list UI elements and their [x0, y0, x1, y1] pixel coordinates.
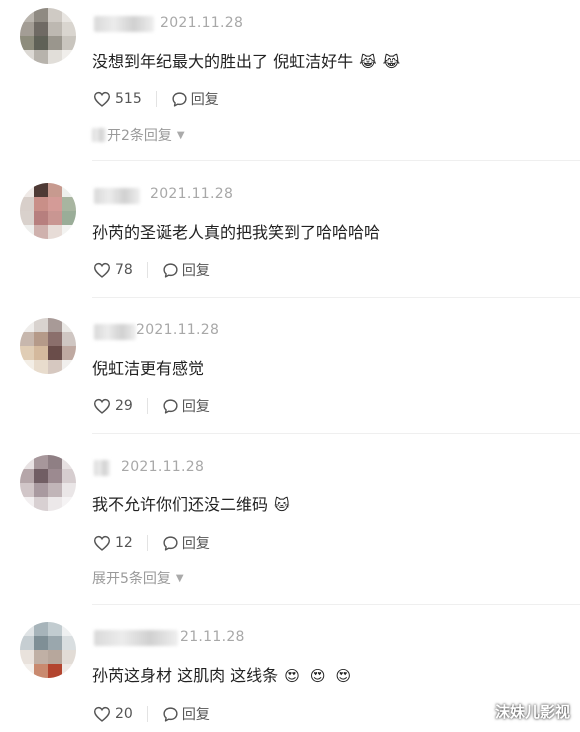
avatar[interactable]: [20, 318, 76, 374]
username-blurred[interactable]: [94, 16, 154, 32]
avatar[interactable]: [20, 183, 76, 239]
speech-bubble-icon[interactable]: [162, 706, 179, 723]
comment-body: 没想到年纪最大的胜出了 倪虹洁好牛: [92, 52, 354, 71]
divider: [146, 398, 148, 414]
comment-divider: [92, 297, 580, 298]
heart-outline-icon[interactable]: [93, 706, 111, 722]
reply-button[interactable]: 回复: [182, 704, 210, 724]
comment-body: 孙芮这身材 这肌肉 这线条: [92, 666, 279, 685]
expand-replies-button[interactable]: 开2条回复 ▼: [92, 125, 185, 145]
cat-emoji-icon: 🐱: [274, 496, 290, 514]
comment-date: 2021.11.28: [136, 322, 220, 338]
comment-text: 孙芮的圣诞老人真的把我笑到了哈哈哈哈: [92, 219, 380, 243]
comment-actions: 78 回复: [93, 260, 210, 280]
username-blurred[interactable]: [94, 188, 140, 204]
divider: [155, 91, 157, 107]
speech-bubble-icon[interactable]: [162, 262, 179, 279]
expand-replies-button[interactable]: 展开5条回复 ▼: [92, 568, 184, 588]
speech-bubble-icon[interactable]: [171, 91, 188, 108]
comment-body: 我不允许你们还没二维码: [92, 495, 269, 514]
comment-text: 孙芮这身材 这肌肉 这线条 😍 😍 😍: [92, 662, 351, 686]
comment-divider: [92, 160, 580, 161]
comment-date: 21.11.28: [180, 629, 245, 645]
reply-button[interactable]: 回复: [182, 533, 210, 553]
comment-divider: [92, 433, 580, 434]
heart-outline-icon[interactable]: [93, 91, 111, 107]
reply-button[interactable]: 回复: [182, 396, 210, 416]
heart-eyes-emoji-icon: 😍: [335, 667, 352, 685]
heart-eyes-emoji-icon: 😍: [309, 667, 326, 685]
comment-actions: 515 回复: [93, 89, 219, 109]
comment-actions: 12 回复: [93, 533, 210, 553]
speech-bubble-icon[interactable]: [162, 398, 179, 415]
comment-actions: 20 回复: [93, 704, 210, 724]
expand-replies-label: 展开5条回复: [92, 571, 171, 587]
divider: [146, 535, 148, 551]
speech-bubble-icon[interactable]: [162, 535, 179, 552]
comment-divider: [92, 604, 580, 605]
heart-outline-icon[interactable]: [93, 535, 111, 551]
comment-date: 2021.11.28: [160, 15, 244, 31]
caret-down-icon: ▼: [176, 129, 185, 141]
emoji-icon: 😹: [382, 53, 401, 71]
heart-eyes-emoji-icon: 😍: [284, 667, 300, 685]
reply-button[interactable]: 回复: [182, 260, 210, 280]
caret-down-icon: ▼: [175, 572, 184, 584]
reply-button[interactable]: 回复: [191, 89, 219, 109]
expand-blur: [92, 128, 106, 142]
emoji-icon: 😹: [359, 53, 377, 71]
avatar[interactable]: [20, 622, 76, 678]
comment-body: 孙芮的圣诞老人真的把我笑到了哈哈哈哈: [92, 223, 381, 242]
avatar[interactable]: [20, 455, 76, 511]
heart-outline-icon[interactable]: [93, 262, 111, 278]
divider: [146, 706, 148, 722]
comment-body: 倪虹洁更有感觉: [92, 359, 205, 378]
comment-text: 倪虹洁更有感觉: [92, 355, 204, 379]
expand-replies-label: 开2条回复: [107, 128, 172, 144]
avatar[interactable]: [20, 8, 76, 64]
watermark: 沫妹儿影视: [494, 703, 570, 721]
username-blurred[interactable]: [94, 324, 136, 340]
username-blurred[interactable]: [94, 460, 110, 476]
comment-text: 没想到年纪最大的胜出了 倪虹洁好牛 😹 😹: [92, 48, 400, 72]
username-blurred[interactable]: [94, 630, 178, 646]
like-count: 12: [115, 535, 133, 551]
like-count: 29: [115, 398, 133, 414]
divider: [146, 262, 148, 278]
heart-outline-icon[interactable]: [93, 398, 111, 414]
comment-actions: 29 回复: [93, 396, 210, 416]
comment-date: 2021.11.28: [121, 459, 205, 475]
like-count: 20: [115, 706, 133, 722]
like-count: 515: [115, 91, 142, 107]
like-count: 78: [115, 262, 133, 278]
comment-date: 2021.11.28: [150, 186, 234, 202]
comment-text: 我不允许你们还没二维码 🐱: [92, 491, 290, 515]
